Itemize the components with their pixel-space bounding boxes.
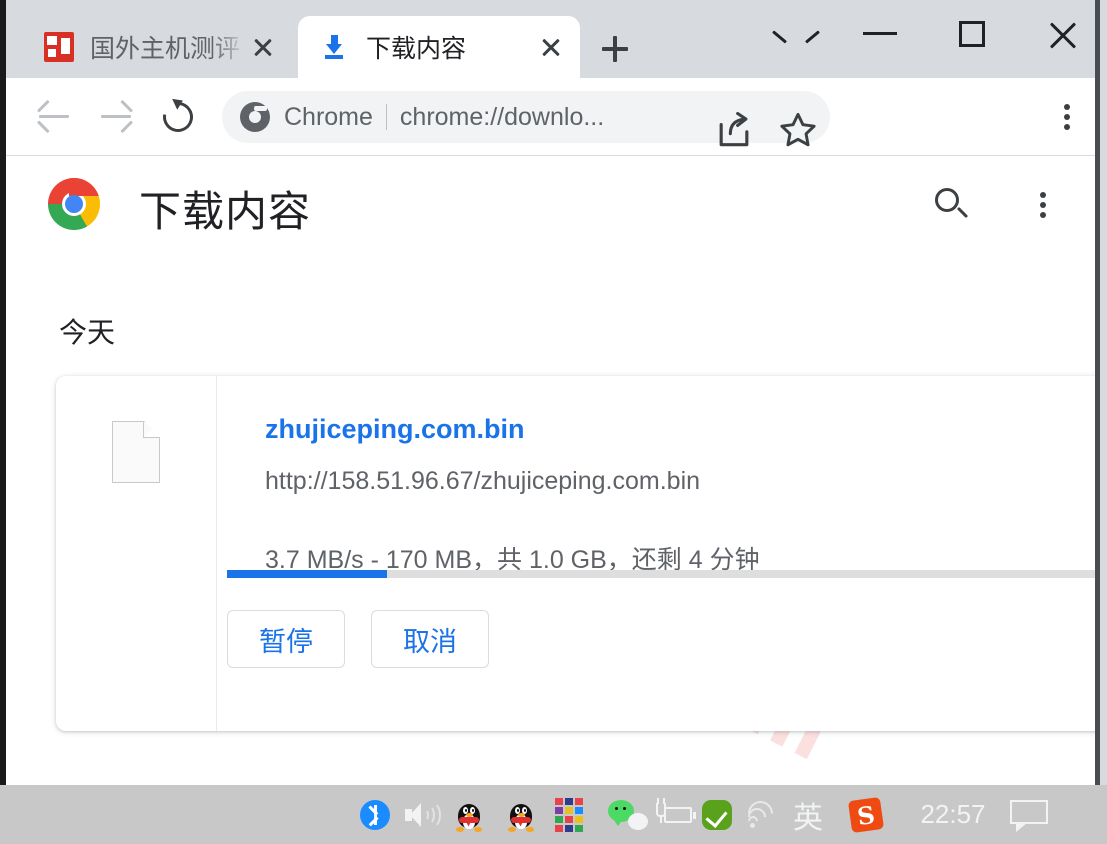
bookmark-star-icon[interactable]	[776, 108, 820, 152]
browser-window: 国外主机测评 下载内容 Chrome chrome://downlo... 下载…	[0, 0, 1100, 785]
tab-downloads[interactable]: 下载内容	[298, 16, 580, 78]
volume-icon[interactable]	[402, 785, 442, 844]
screen: 国外主机测评 下载内容 Chrome chrome://downlo... 下载…	[0, 0, 1107, 844]
download-progress-fill	[227, 570, 387, 578]
download-file-name-link[interactable]: zhujiceping.com.bin	[265, 414, 525, 445]
address-bar[interactable]: Chrome chrome://downlo...	[222, 91, 830, 147]
omnibox-url-text: chrome://downlo...	[399, 102, 605, 131]
forward-button[interactable]	[90, 91, 142, 143]
browser-toolbar: Chrome chrome://downlo...	[0, 78, 1095, 156]
green-check-icon[interactable]	[700, 785, 734, 844]
download-item-card: zhujiceping.com.bin http://158.51.96.67/…	[56, 376, 1095, 731]
download-source-url: http://158.51.96.67/zhujiceping.com.bin	[265, 467, 701, 495]
download-file-icon-column	[56, 376, 217, 731]
notification-icon[interactable]	[1005, 785, 1053, 844]
search-icon[interactable]	[931, 184, 975, 228]
taskbar: 英 S 22:57	[0, 785, 1107, 844]
qq-icon[interactable]	[504, 785, 538, 844]
downloads-menu-button[interactable]	[1023, 184, 1063, 228]
minimize-button[interactable]	[851, 10, 909, 58]
sogou-letter: S	[847, 796, 885, 833]
downloads-page: zhujiceping.com 下载内容 今天 zhujiceping.com.…	[0, 156, 1095, 784]
tab-strip: 国外主机测评 下载内容	[0, 0, 1095, 78]
wifi-icon[interactable]	[742, 785, 779, 844]
browser-menu-button[interactable]	[1046, 96, 1088, 138]
share-icon[interactable]	[712, 108, 756, 152]
taskbar-clock[interactable]: 22:57	[915, 785, 991, 844]
downloads-header: 下载内容	[6, 156, 1095, 256]
cancel-button[interactable]: 取消	[371, 610, 489, 668]
wechat-icon[interactable]	[606, 785, 650, 844]
chrome-icon	[240, 102, 270, 132]
omnibox-brand-label: Chrome	[284, 102, 373, 131]
download-favicon-icon	[322, 33, 350, 61]
maximize-button[interactable]	[942, 10, 1000, 58]
close-window-button[interactable]	[1035, 10, 1093, 58]
tab-site-review[interactable]: 国外主机测评	[22, 16, 292, 78]
window-left-edge	[0, 0, 6, 785]
page-title: 下载内容	[139, 188, 312, 235]
tab-close-icon[interactable]	[246, 30, 280, 64]
sogou-input-icon[interactable]: S	[846, 785, 886, 844]
generic-file-icon	[112, 421, 160, 483]
download-actions: 暂停 取消	[227, 610, 489, 668]
section-header-today: 今天	[59, 317, 116, 348]
chevron-down-icon[interactable]	[760, 10, 818, 58]
battery-charging-icon[interactable]	[654, 785, 698, 844]
download-item-details: zhujiceping.com.bin http://158.51.96.67/…	[217, 376, 1095, 731]
download-progress-bar	[227, 570, 1095, 578]
new-tab-button[interactable]	[592, 26, 638, 72]
qq-icon[interactable]	[452, 785, 486, 844]
omnibox-separator	[385, 104, 387, 130]
ime-indicator[interactable]: 英	[788, 785, 828, 844]
pause-button[interactable]: 暂停	[227, 610, 345, 668]
color-squares-icon[interactable]	[554, 785, 584, 844]
bluetooth-icon[interactable]	[358, 785, 392, 844]
back-button[interactable]	[28, 91, 80, 143]
reload-button[interactable]	[152, 91, 204, 143]
tab-close-icon[interactable]	[534, 30, 568, 64]
chrome-logo-icon	[48, 178, 100, 230]
tab-title: 国外主机测评	[90, 35, 241, 63]
site-favicon-icon	[44, 32, 74, 62]
tab-title: 下载内容	[366, 35, 467, 63]
